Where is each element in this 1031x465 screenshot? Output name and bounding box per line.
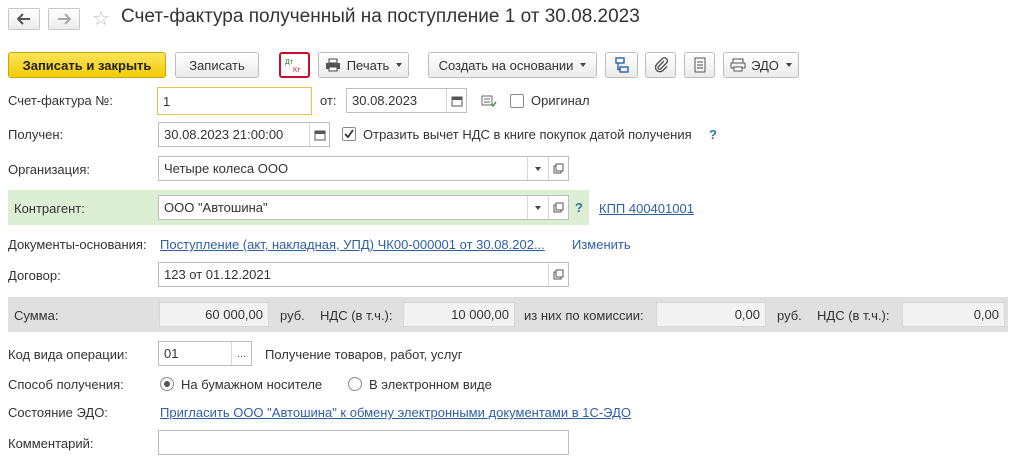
calendar-button[interactable]	[309, 123, 329, 146]
organization-field[interactable]: Четыре колеса ООО	[158, 156, 569, 181]
document-structure-icon	[614, 57, 629, 73]
create-based-on-button[interactable]: Создать на основании	[428, 52, 597, 78]
calendar-icon	[451, 96, 462, 106]
open-window-icon	[553, 269, 564, 280]
commission-vat-field: 0,00	[902, 302, 1005, 327]
edo-icon	[730, 58, 746, 72]
open-window-icon	[553, 202, 564, 213]
select-button[interactable]: ...	[231, 342, 251, 365]
paper-label: На бумажном носителе	[181, 377, 323, 392]
original-checkbox[interactable]	[510, 94, 524, 108]
invoice-date-label: от:	[320, 93, 337, 108]
page-title: Счет-фактура полученный на поступление 1…	[121, 6, 640, 27]
invoice-number-label: Счет-фактура №:	[8, 93, 113, 108]
contract-field[interactable]: 123 от 01.12.2021	[158, 262, 569, 287]
dt-kt-button[interactable]: Дт Кт	[279, 52, 310, 78]
forward-button[interactable]	[48, 8, 80, 30]
operation-code-label: Код вида операции:	[8, 347, 128, 362]
arrow-right-icon	[58, 13, 71, 25]
help-icon[interactable]: ?	[709, 127, 717, 142]
sum-currency: руб.	[280, 308, 305, 323]
edo-invite-link[interactable]: Пригласить ООО "Автошина" к обмену элект…	[160, 405, 631, 420]
sum-field: 60 000,00	[159, 302, 269, 327]
svg-text:Кт: Кт	[293, 67, 301, 74]
dropdown-button[interactable]	[527, 196, 547, 219]
electronic-radio[interactable]	[348, 377, 362, 391]
svg-text:Дт: Дт	[285, 59, 294, 66]
commission-vat-label: НДС (в т.ч.):	[817, 308, 890, 323]
vat-field: 10 000,00	[403, 302, 515, 327]
open-button[interactable]	[548, 196, 568, 219]
chevron-down-icon	[534, 166, 541, 171]
save-button[interactable]: Записать	[175, 52, 259, 78]
edo-label: ЭДО	[751, 57, 779, 73]
basis-docs-label: Документы-основания:	[8, 237, 147, 252]
document-status-icon[interactable]	[481, 94, 497, 108]
invoice-number-field[interactable]: 1	[157, 87, 312, 115]
invoice-date-field[interactable]: 30.08.2023	[346, 88, 467, 113]
sum-label: Сумма:	[14, 308, 59, 323]
chevron-down-icon	[785, 63, 792, 67]
original-label: Оригинал	[531, 93, 590, 108]
print-button[interactable]: Печать	[318, 52, 409, 78]
arrow-left-icon	[17, 13, 30, 25]
change-link[interactable]: Изменить	[572, 237, 631, 252]
help-icon[interactable]: ?	[575, 200, 583, 215]
operation-description: Получение товаров, работ, услуг	[265, 347, 463, 362]
dropdown-button[interactable]	[527, 157, 547, 180]
commission-sum-field: 0,00	[656, 302, 766, 327]
list-icon	[694, 57, 705, 73]
kpp-link[interactable]: КПП 400401001	[599, 201, 694, 216]
open-button[interactable]	[548, 157, 568, 180]
comment-field[interactable]	[158, 430, 569, 455]
back-button[interactable]	[8, 8, 40, 30]
checkmark-icon	[344, 129, 354, 139]
favorite-star-icon[interactable]: ☆	[92, 6, 110, 31]
comment-label: Комментарий:	[8, 436, 94, 451]
vat-deduction-checkbox[interactable]	[342, 127, 356, 141]
receipt-method-label: Способ получения:	[8, 377, 124, 392]
counterparty-field[interactable]: ООО "Автошина"	[158, 195, 569, 220]
organization-label: Организация:	[8, 162, 91, 177]
open-button[interactable]	[548, 263, 568, 286]
commission-label: из них по комиссии:	[524, 308, 644, 323]
edo-button[interactable]: ЭДО	[723, 52, 799, 78]
dt-kt-icon: Дт Кт	[285, 59, 301, 74]
commission-currency: руб.	[777, 308, 802, 323]
paperclip-icon	[654, 57, 668, 73]
received-label: Получен:	[8, 127, 64, 142]
attach-file-button[interactable]	[645, 52, 676, 78]
structure-button[interactable]	[605, 52, 638, 78]
create-based-on-label: Создать на основании	[438, 57, 574, 73]
electronic-label: В электронном виде	[369, 377, 492, 392]
calendar-icon	[314, 130, 325, 140]
paper-radio[interactable]	[160, 377, 174, 391]
edo-state-label: Состояние ЭДО:	[8, 405, 108, 420]
vat-label: НДС (в т.ч.):	[320, 308, 393, 323]
open-window-icon	[553, 163, 564, 174]
save-and-close-button[interactable]: Записать и закрыть	[8, 52, 166, 78]
chevron-down-icon	[534, 205, 541, 210]
received-datetime-field[interactable]: 30.08.2023 21:00:00	[158, 122, 330, 147]
vat-deduction-label: Отразить вычет НДС в книге покупок датой…	[363, 127, 692, 142]
printer-icon	[325, 58, 340, 72]
operation-code-field[interactable]: 01 ...	[158, 341, 252, 366]
chevron-down-icon	[580, 63, 587, 67]
basis-docs-link[interactable]: Поступление (акт, накладная, УПД) ЧК00-0…	[160, 237, 545, 252]
document-list-button[interactable]	[684, 52, 715, 78]
contract-label: Договор:	[8, 268, 61, 283]
chevron-down-icon	[396, 63, 403, 67]
calendar-button[interactable]	[446, 89, 466, 112]
counterparty-label: Контрагент:	[14, 201, 85, 216]
print-label: Печать	[346, 57, 390, 73]
